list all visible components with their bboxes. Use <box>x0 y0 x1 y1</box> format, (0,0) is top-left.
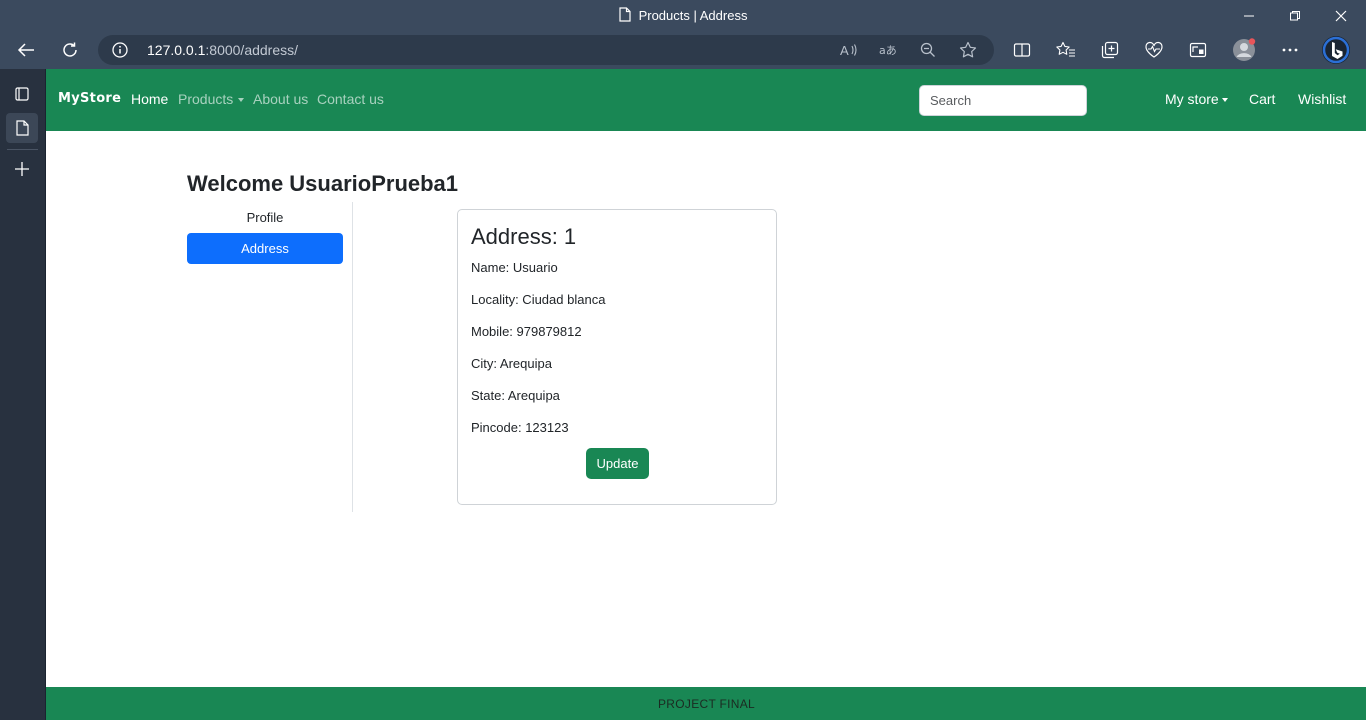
address-mobile: Mobile: 979879812 <box>471 324 582 339</box>
back-icon[interactable] <box>11 35 41 65</box>
window-title-text: Products | Address <box>638 8 748 23</box>
page-tab-icon[interactable] <box>6 113 38 143</box>
address-bar[interactable]: 127.0.0.1:8000/address/ A aあ <box>98 35 994 65</box>
nav-my-store-dropdown[interactable]: My store <box>1165 91 1228 107</box>
search-input[interactable] <box>919 85 1087 116</box>
url-host: 127.0.0.1 <box>147 42 206 58</box>
read-aloud-icon[interactable]: A <box>840 41 858 59</box>
address-card-title: Address: 1 <box>471 224 577 249</box>
site-footer: PROJECT FINAL <box>46 687 1366 720</box>
browser-toolbar: 127.0.0.1:8000/address/ A aあ <box>0 31 1366 69</box>
footer-text: PROJECT FINAL <box>657 696 756 711</box>
site-brand[interactable]: MyStore <box>58 91 121 106</box>
address-locality: Locality: Ciudad blanca <box>471 292 606 307</box>
info-icon[interactable] <box>112 42 128 63</box>
minimize-icon[interactable] <box>1226 0 1272 31</box>
tab-actions-icon[interactable] <box>6 79 38 109</box>
chevron-down-icon <box>1221 98 1228 102</box>
browser-essentials-icon[interactable] <box>1139 35 1169 65</box>
favorite-star-icon[interactable] <box>959 41 977 59</box>
address-name: Name: Usuario <box>471 260 558 275</box>
nav-products-dropdown[interactable]: Products <box>178 91 245 107</box>
page-document-icon <box>618 6 631 25</box>
svg-text:aあ: aあ <box>879 44 897 57</box>
more-icon[interactable] <box>1275 35 1305 65</box>
page-viewport: MyStore Home Products About us Contact u… <box>45 69 1366 720</box>
sidebar-item-address[interactable]: Address <box>187 233 343 264</box>
url-path: :8000/address/ <box>205 42 299 58</box>
bing-icon[interactable] <box>1320 34 1352 66</box>
close-icon[interactable] <box>1318 0 1364 31</box>
favorites-icon[interactable] <box>1051 35 1081 65</box>
sidebar-item-profile[interactable]: Profile <box>187 202 343 233</box>
window-title: Products | Address <box>0 0 1366 31</box>
nav-my-store-label: My store <box>1165 91 1219 107</box>
address-card: Address: 1 Name: Usuario Locality: Ciuda… <box>457 209 777 505</box>
translate-icon[interactable]: aあ <box>879 41 897 59</box>
nav-contact-us[interactable]: Contact us <box>317 91 384 107</box>
update-button[interactable]: Update <box>586 448 649 479</box>
new-tab-icon[interactable] <box>6 154 38 184</box>
svg-text:A: A <box>840 43 849 58</box>
screenshot-icon[interactable] <box>1183 35 1213 65</box>
collections-icon[interactable] <box>1095 35 1125 65</box>
address-city: City: Arequipa <box>471 356 552 371</box>
nav-wishlist[interactable]: Wishlist <box>1298 91 1346 107</box>
zoom-out-icon[interactable] <box>919 41 937 59</box>
address-pincode: Pincode: 123123 <box>471 420 569 435</box>
sidebar-divider <box>352 202 353 512</box>
browser-title-bar: Products | Address <box>0 0 1366 31</box>
nav-products-label: Products <box>178 91 234 107</box>
nav-home[interactable]: Home <box>131 91 168 107</box>
split-screen-icon[interactable] <box>1007 35 1037 65</box>
nav-cart[interactable]: Cart <box>1249 91 1275 107</box>
vertical-tab-strip <box>0 69 45 720</box>
tab-strip-divider <box>7 149 38 150</box>
url-text[interactable]: 127.0.0.1:8000/address/ <box>147 35 298 65</box>
address-state: State: Arequipa <box>471 388 560 403</box>
refresh-icon[interactable] <box>55 35 85 65</box>
chevron-down-icon <box>238 98 245 102</box>
nav-about-us[interactable]: About us <box>253 91 308 107</box>
page-title: Welcome UsuarioPrueba1 <box>187 171 459 196</box>
restore-icon[interactable] <box>1272 0 1318 31</box>
profile-avatar-icon[interactable] <box>1229 35 1259 65</box>
site-navbar: MyStore Home Products About us Contact u… <box>46 69 1366 131</box>
